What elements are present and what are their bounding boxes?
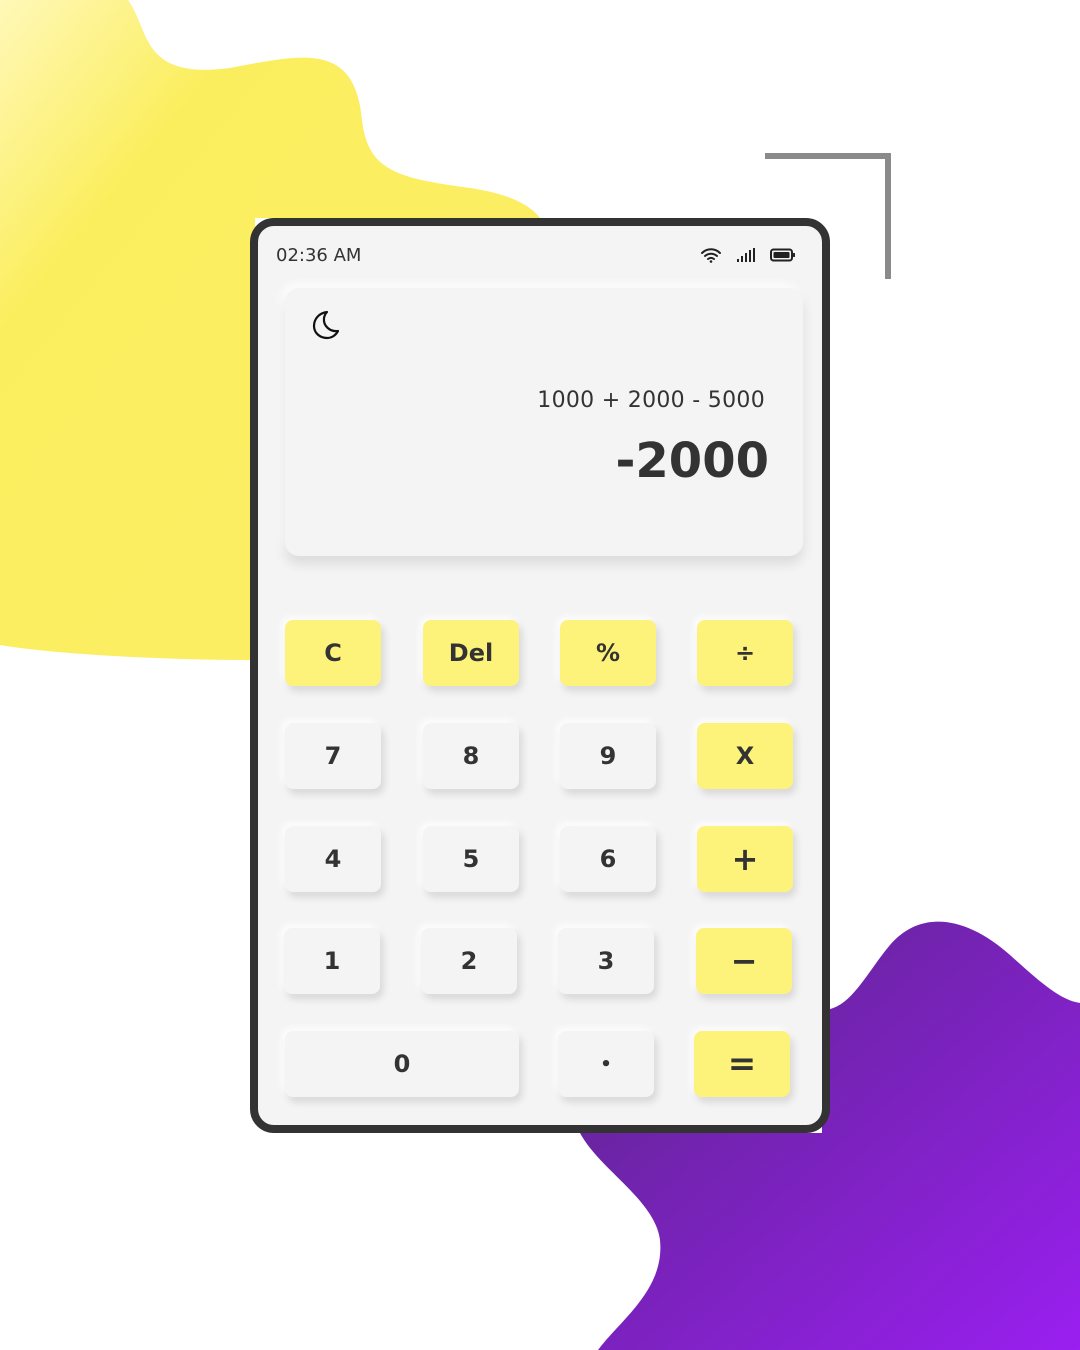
- phone-frame: 02:36 AM 1000 + 2000 - 5000 -2000 C Del …: [250, 218, 830, 1133]
- equals-button[interactable]: =: [694, 1031, 790, 1097]
- delete-button[interactable]: Del: [423, 620, 519, 686]
- digit-2-button[interactable]: 2: [421, 928, 517, 994]
- digit-8-button[interactable]: 8: [423, 723, 519, 789]
- digit-7-button[interactable]: 7: [285, 723, 381, 789]
- divide-button[interactable]: ÷: [697, 620, 793, 686]
- digit-5-button[interactable]: 5: [423, 826, 519, 892]
- digit-0-button[interactable]: 0: [285, 1031, 519, 1097]
- keypad: C Del % ÷ 7 8 9 X 4 5 6 + 1 2 3 − 0 • =: [258, 226, 822, 1125]
- digit-3-button[interactable]: 3: [558, 928, 654, 994]
- multiply-button[interactable]: X: [697, 723, 793, 789]
- percent-button[interactable]: %: [560, 620, 656, 686]
- digit-9-button[interactable]: 9: [560, 723, 656, 789]
- digit-6-button[interactable]: 6: [560, 826, 656, 892]
- canvas: 02:36 AM 1000 + 2000 - 5000 -2000 C Del …: [0, 0, 1080, 1350]
- clear-button[interactable]: C: [285, 620, 381, 686]
- plus-button[interactable]: +: [697, 826, 793, 892]
- minus-button[interactable]: −: [696, 928, 792, 994]
- digit-4-button[interactable]: 4: [285, 826, 381, 892]
- digit-1-button[interactable]: 1: [284, 928, 380, 994]
- decimal-button[interactable]: •: [558, 1031, 654, 1097]
